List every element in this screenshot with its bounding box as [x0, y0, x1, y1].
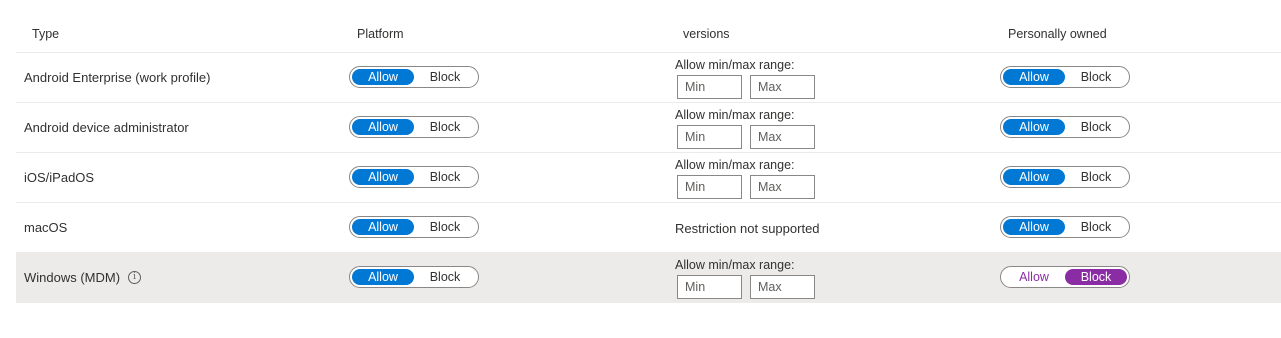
personally-owned-toggle[interactable]: Allow Block [1000, 216, 1130, 238]
min-version-input[interactable]: Min [677, 275, 742, 299]
personally-owned-block-option[interactable]: Block [1065, 169, 1127, 185]
personally-owned-allow-option[interactable]: Allow [1003, 219, 1065, 235]
platform-toggle[interactable]: Allow Block [349, 266, 479, 288]
personally-owned-allow-option[interactable]: Allow [1003, 269, 1065, 285]
platform-block-option[interactable]: Block [414, 119, 476, 135]
max-version-input[interactable]: Max [750, 275, 815, 299]
personally-owned-block-option[interactable]: Block [1065, 69, 1127, 85]
platform-allow-option[interactable]: Allow [352, 119, 414, 135]
min-version-input[interactable]: Min [677, 175, 742, 199]
versions-range-label: Allow min/max range: [675, 58, 795, 72]
versions-range-label: Allow min/max range: [675, 158, 795, 172]
table-row-android-device-admin[interactable]: Android device administrator Allow Block… [16, 103, 1281, 153]
min-version-input[interactable]: Min [677, 125, 742, 149]
platform-allow-option[interactable]: Allow [352, 69, 414, 85]
personally-owned-allow-option[interactable]: Allow [1003, 119, 1065, 135]
platform-toggle[interactable]: Allow Block [349, 66, 479, 88]
header-versions: versions [683, 27, 730, 41]
table-row-android-enterprise[interactable]: Android Enterprise (work profile) Allow … [16, 53, 1281, 103]
personally-owned-block-option[interactable]: Block [1065, 119, 1127, 135]
personally-owned-allow-option[interactable]: Allow [1003, 69, 1065, 85]
header-platform: Platform [357, 27, 404, 41]
personally-owned-toggle[interactable]: Allow Block [1000, 116, 1130, 138]
platform-toggle[interactable]: Allow Block [349, 216, 479, 238]
platform-toggle[interactable]: Allow Block [349, 116, 479, 138]
header-personally-owned: Personally owned [1008, 27, 1107, 41]
personally-owned-block-option[interactable]: Block [1065, 219, 1127, 235]
personally-owned-allow-option[interactable]: Allow [1003, 169, 1065, 185]
min-version-input[interactable]: Min [677, 75, 742, 99]
max-version-input[interactable]: Max [750, 125, 815, 149]
row-type-label: iOS/iPadOS [24, 170, 95, 185]
personally-owned-toggle[interactable]: Allow Block [1000, 166, 1130, 188]
header-type: Type [32, 27, 60, 41]
personally-owned-block-option[interactable]: Block [1065, 269, 1127, 285]
platform-block-option[interactable]: Block [414, 269, 476, 285]
platform-allow-option[interactable]: Allow [352, 169, 414, 185]
row-type-label: macOS [24, 220, 68, 235]
personally-owned-toggle[interactable]: Allow Block [1000, 66, 1130, 88]
max-version-input[interactable]: Max [750, 175, 815, 199]
platform-block-option[interactable]: Block [414, 69, 476, 85]
platform-allow-option[interactable]: Allow [352, 219, 414, 235]
info-icon[interactable]: i [128, 271, 142, 284]
max-version-input[interactable]: Max [750, 75, 815, 99]
restriction-not-supported-text: Restriction not supported [675, 221, 820, 236]
table-row-macos[interactable]: macOS Allow Block Restriction not suppor… [16, 203, 1281, 253]
versions-range-label: Allow min/max range: [675, 258, 795, 272]
table-row-windows-mdm[interactable]: Windows (MDM) i Allow Block Allow min/ma… [16, 253, 1281, 303]
platform-allow-option[interactable]: Allow [352, 269, 414, 285]
personally-owned-toggle[interactable]: Allow Block [1000, 266, 1130, 288]
platform-block-option[interactable]: Block [414, 169, 476, 185]
platform-toggle[interactable]: Allow Block [349, 166, 479, 188]
table-row-ios[interactable]: iOS/iPadOS Allow Block Allow min/max ran… [16, 153, 1281, 203]
platform-block-option[interactable]: Block [414, 219, 476, 235]
versions-range-label: Allow min/max range: [675, 108, 795, 122]
row-type-label: Android Enterprise (work profile) [24, 70, 211, 85]
row-type-label: Windows (MDM) i [24, 270, 142, 285]
row-type-label: Android device administrator [24, 120, 189, 135]
